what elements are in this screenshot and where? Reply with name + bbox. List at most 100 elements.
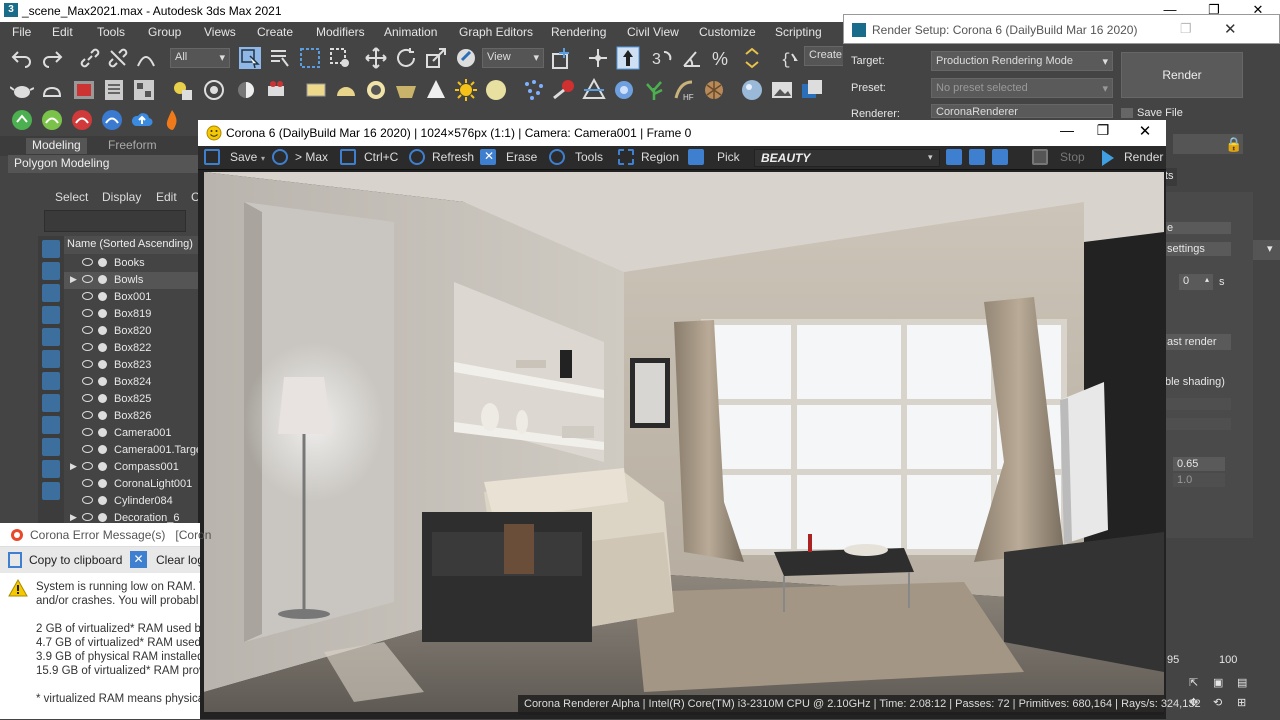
- scatter-icon[interactable]: [522, 78, 546, 102]
- vfb-region-button[interactable]: Region: [641, 150, 679, 164]
- vfb-stop-button[interactable]: Stop: [1060, 150, 1085, 164]
- selection-filter-dropdown[interactable]: All ▾: [170, 48, 230, 68]
- target-dropdown[interactable]: Production Rendering Mode ▾: [931, 51, 1113, 71]
- red-arc-icon[interactable]: [70, 108, 94, 132]
- visibility-eye-icon[interactable]: [82, 411, 93, 419]
- render-setup-icon[interactable]: [132, 78, 156, 102]
- orbit-icon[interactable]: ⇱: [1189, 676, 1198, 689]
- refresh-icon[interactable]: [409, 149, 425, 165]
- visibility-eye-icon[interactable]: [82, 360, 93, 368]
- redo-icon[interactable]: [40, 46, 64, 70]
- zoom-extents-icon[interactable]: ▣: [1213, 676, 1223, 689]
- menu-file[interactable]: File: [12, 25, 31, 39]
- menu-views[interactable]: Views: [204, 25, 236, 39]
- rectangular-selection-icon[interactable]: [298, 46, 322, 70]
- filter-lights-icon[interactable]: [42, 284, 60, 302]
- vfb-refresh-button[interactable]: Refresh: [432, 150, 474, 164]
- scale-icon[interactable]: [424, 46, 448, 70]
- link-icon[interactable]: [78, 46, 102, 70]
- render-frame-icon[interactable]: [72, 78, 96, 102]
- visibility-eye-icon[interactable]: [82, 394, 93, 402]
- filter-cameras-icon[interactable]: [42, 306, 60, 324]
- filter-shapes-icon[interactable]: [42, 262, 60, 280]
- last-render-button[interactable]: ast render: [1165, 334, 1231, 350]
- vfb-save-button[interactable]: Save: [230, 150, 257, 164]
- explorer-menu-edit[interactable]: Edit: [156, 190, 177, 204]
- visibility-eye-icon[interactable]: [82, 377, 93, 385]
- unlink-icon[interactable]: [106, 46, 130, 70]
- region-icon[interactable]: [618, 149, 634, 165]
- explorer-search-input[interactable]: [44, 210, 186, 232]
- tabs-fragment[interactable]: ts: [1165, 168, 1177, 186]
- explorer-row[interactable]: Box001: [64, 289, 200, 306]
- menu-civil-view[interactable]: Civil View: [627, 25, 679, 39]
- plant-icon[interactable]: [642, 78, 666, 102]
- pick-hand-icon[interactable]: [688, 149, 704, 165]
- filter-groups-icon[interactable]: [42, 372, 60, 390]
- camera-icon[interactable]: [266, 78, 290, 102]
- cloud-upload-icon[interactable]: [130, 108, 154, 132]
- menu-tools[interactable]: Tools: [97, 25, 125, 39]
- shading-field-2[interactable]: [1165, 418, 1231, 430]
- undo-icon[interactable]: [10, 46, 34, 70]
- sun-sky-icon[interactable]: [234, 78, 258, 102]
- ball-icon[interactable]: [740, 78, 764, 102]
- zoom-fit-icon[interactable]: [992, 149, 1008, 165]
- vfb-render-button[interactable]: Render: [1124, 150, 1163, 164]
- pattern-icon[interactable]: [552, 78, 576, 102]
- visibility-eye-icon[interactable]: [82, 258, 93, 266]
- settings-button[interactable]: settings: [1165, 242, 1231, 256]
- settings-field-1[interactable]: e: [1165, 222, 1231, 234]
- menu-rendering[interactable]: Rendering: [551, 25, 606, 39]
- expand-arrow-icon[interactable]: ▶: [70, 461, 77, 472]
- spinner-snap-icon[interactable]: [740, 46, 764, 70]
- menu-edit[interactable]: Edit: [52, 25, 73, 39]
- visibility-eye-icon[interactable]: [82, 275, 93, 283]
- keyboard-shortcut-override-icon[interactable]: [616, 46, 640, 70]
- cone-icon[interactable]: [424, 78, 448, 102]
- reference-coordinate-dropdown[interactable]: View ▾: [482, 48, 544, 68]
- proxy-icon[interactable]: [202, 78, 226, 102]
- tools-gear-icon[interactable]: [549, 149, 565, 165]
- maximize-viewport-icon[interactable]: ⊞: [1237, 696, 1246, 709]
- render-setup-close-button[interactable]: ✕: [1224, 20, 1237, 38]
- seconds-spinner[interactable]: 0 ▴: [1179, 274, 1213, 290]
- filter-containers-icon[interactable]: [42, 438, 60, 456]
- move-icon[interactable]: [364, 46, 388, 70]
- filter-geometry-icon[interactable]: [42, 240, 60, 258]
- rotate-icon[interactable]: [394, 46, 418, 70]
- decal-icon[interactable]: [612, 78, 636, 102]
- material-editor-icon[interactable]: [102, 78, 126, 102]
- pivot-center-icon[interactable]: [550, 46, 574, 70]
- expand-arrow-icon[interactable]: ▶: [70, 274, 77, 285]
- ring-icon[interactable]: [364, 78, 388, 102]
- explorer-row[interactable]: Box825: [64, 391, 200, 408]
- render-play-icon[interactable]: [1102, 150, 1114, 166]
- hair-icon[interactable]: HF: [672, 78, 696, 102]
- copy-icon[interactable]: [340, 149, 356, 165]
- menu-animation[interactable]: Animation: [384, 25, 437, 39]
- menu-modifiers[interactable]: Modifiers: [316, 25, 365, 39]
- filter-hidden-icon[interactable]: [42, 482, 60, 500]
- explorer-row[interactable]: Box819: [64, 306, 200, 323]
- vfb-minimize-button[interactable]: —: [1054, 122, 1080, 138]
- select-by-name-icon[interactable]: [268, 46, 292, 70]
- fire-icon[interactable]: [160, 108, 184, 132]
- menu-customize[interactable]: Customize: [699, 25, 756, 39]
- erase-icon[interactable]: ✕: [480, 149, 496, 165]
- explorer-row[interactable]: CoronaLight001: [64, 476, 200, 493]
- field-of-view-icon[interactable]: ▤: [1237, 676, 1247, 689]
- teapot-icon[interactable]: [10, 78, 34, 102]
- explorer-row[interactable]: ▶ Bowls: [64, 272, 200, 289]
- preset-dropdown[interactable]: No preset selected ▾: [931, 78, 1113, 98]
- slicer-icon[interactable]: [582, 78, 606, 102]
- render-element-dropdown[interactable]: BEAUTY: [754, 149, 940, 167]
- explorer-row[interactable]: Box824: [64, 374, 200, 391]
- vfb-pick-button[interactable]: Pick: [717, 150, 740, 164]
- green-leaf-icon[interactable]: [10, 108, 34, 132]
- named-selection-sets-icon[interactable]: {: [778, 46, 802, 70]
- save-file-checkbox[interactable]: [1121, 108, 1133, 118]
- bowl-icon[interactable]: [394, 78, 418, 102]
- zoom-out-icon[interactable]: [969, 149, 985, 165]
- vfb-maximize-button[interactable]: ❐: [1090, 122, 1116, 139]
